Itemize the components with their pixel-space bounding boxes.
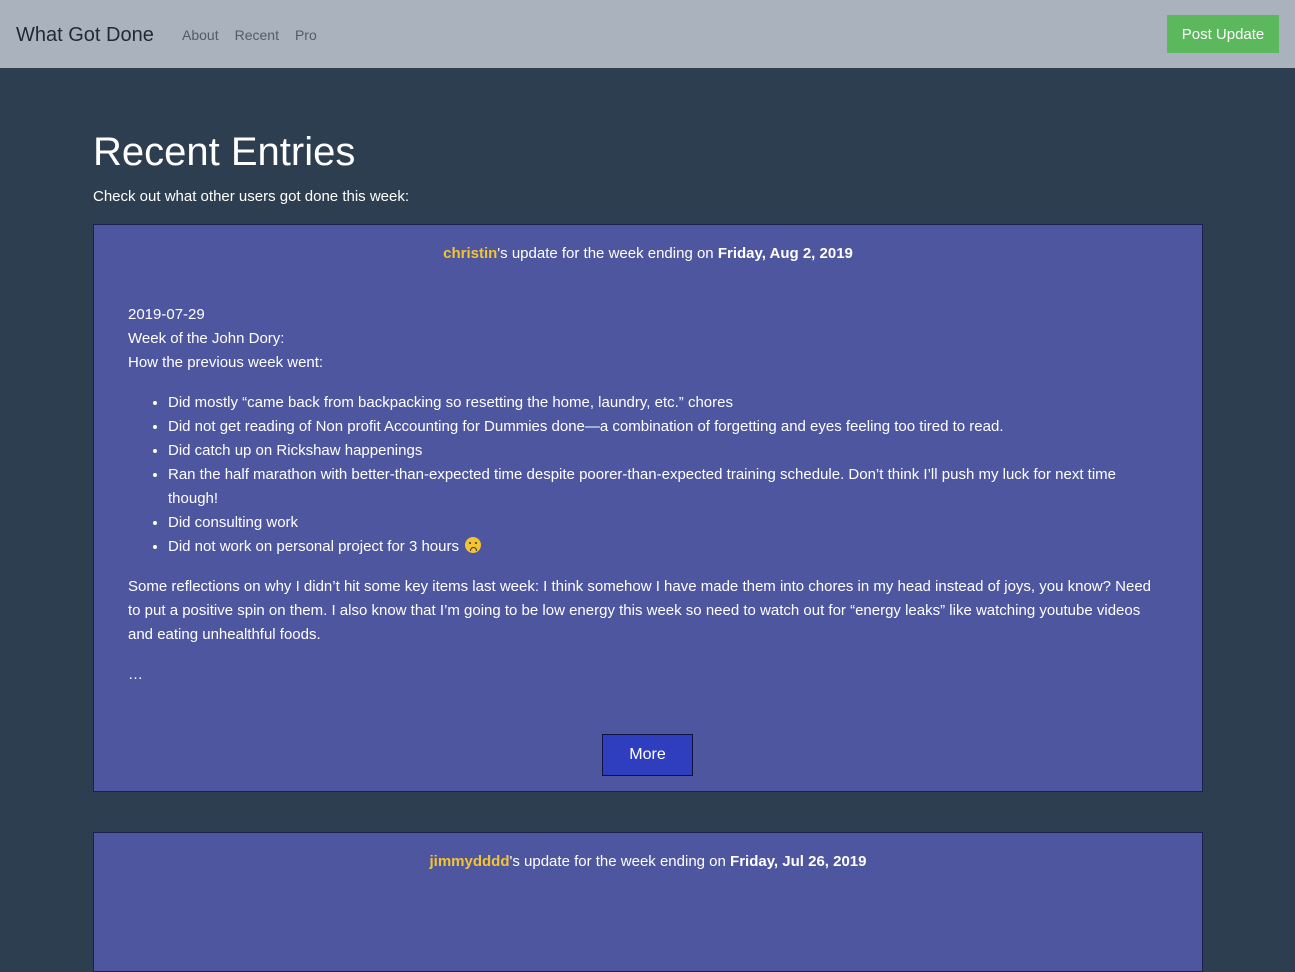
- entry-date: Friday, Jul 26, 2019: [730, 853, 867, 870]
- entry-line: Week of the John Dory:: [128, 330, 285, 347]
- entry-header-text: 's update for the week ending on: [497, 245, 718, 262]
- entry-username-link[interactable]: jimmydddd: [429, 853, 509, 870]
- list-item: Did not get reading of Non profit Accoun…: [168, 415, 1158, 439]
- nav-link-pro[interactable]: Pro: [295, 26, 317, 44]
- frowning-face-icon: [465, 537, 482, 553]
- nav-link-recent[interactable]: Recent: [235, 26, 279, 44]
- list-item-text: Did not work on personal project for 3 h…: [168, 538, 459, 555]
- entry-body: 2019-07-29 Week of the John Dory: How th…: [128, 303, 1158, 687]
- entry-date: Friday, Aug 2, 2019: [717, 245, 853, 262]
- list-item: Did mostly “came back from backpacking s…: [168, 391, 1158, 415]
- page-title: Recent Entries: [93, 130, 356, 174]
- nav-link-about[interactable]: About: [182, 26, 219, 44]
- navbar: What Got Done About Recent Pro Post Upda…: [0, 0, 1295, 68]
- entry-bullet-list: Did mostly “came back from backpacking s…: [128, 391, 1158, 559]
- entry-header-text: 's update for the week ending on: [509, 853, 731, 870]
- entry-card: christin's update for the week ending on…: [93, 224, 1203, 792]
- brand-link[interactable]: What Got Done: [16, 22, 154, 48]
- entry-ellipsis: …: [128, 666, 143, 683]
- post-update-button[interactable]: Post Update: [1167, 15, 1279, 53]
- list-item: Did catch up on Rickshaw happenings: [168, 439, 1158, 463]
- entry-reflection: Some reflections on why I didn’t hit som…: [128, 578, 1152, 643]
- list-item: Did consulting work: [168, 511, 1158, 535]
- entry-header: christin's update for the week ending on…: [94, 244, 1202, 264]
- list-item: Did not work on personal project for 3 h…: [168, 535, 1158, 559]
- more-button[interactable]: More: [602, 734, 693, 776]
- entry-line: 2019-07-29: [128, 306, 205, 323]
- entry-username-link[interactable]: christin: [443, 245, 497, 262]
- page-subtitle: Check out what other users got done this…: [93, 188, 410, 205]
- entry-header: jimmydddd's update for the week ending o…: [94, 852, 1202, 872]
- entry-card: jimmydddd's update for the week ending o…: [93, 832, 1203, 972]
- entry-line: How the previous week went:: [128, 354, 324, 371]
- list-item: Ran the half marathon with better-than-e…: [168, 463, 1158, 511]
- nav-links: About Recent Pro: [182, 26, 317, 44]
